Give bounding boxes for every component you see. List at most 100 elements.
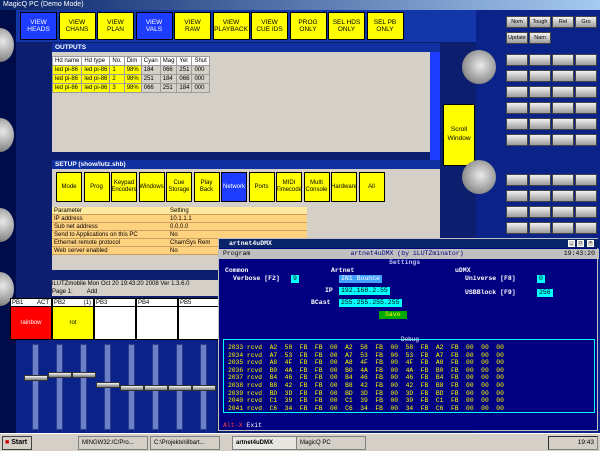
table-row[interactable]: led pi-86 led pi-86 1 98% 184 066 251 000 bbox=[51, 65, 210, 75]
console-key[interactable] bbox=[529, 118, 551, 130]
fader-knob[interactable] bbox=[96, 381, 120, 388]
console-key[interactable] bbox=[575, 134, 597, 146]
param-value[interactable]: 10.1.1.1 bbox=[168, 215, 307, 222]
fader-track[interactable] bbox=[192, 344, 216, 430]
console-key[interactable] bbox=[575, 102, 597, 114]
console-key[interactable] bbox=[552, 190, 574, 202]
view-button[interactable]: VIEW HEADS bbox=[20, 12, 57, 40]
console-key[interactable] bbox=[552, 54, 574, 66]
param-value[interactable]: No bbox=[168, 231, 307, 238]
console-key[interactable] bbox=[552, 206, 574, 218]
console-key[interactable] bbox=[506, 118, 528, 130]
fader-track[interactable] bbox=[48, 344, 72, 430]
playback-slot[interactable]: PB2 (1) rot bbox=[52, 298, 94, 340]
usbblock-value[interactable]: 256 bbox=[537, 289, 553, 297]
console-key[interactable] bbox=[575, 70, 597, 82]
console-key[interactable] bbox=[552, 118, 574, 130]
console-key[interactable] bbox=[552, 102, 574, 114]
fader-track[interactable] bbox=[96, 344, 120, 430]
console-key[interactable] bbox=[529, 222, 551, 234]
console-key[interactable] bbox=[506, 174, 528, 186]
fader-track[interactable] bbox=[24, 344, 48, 430]
console-key[interactable] bbox=[529, 86, 551, 98]
view-button[interactable]: SEL HDS ONLY bbox=[328, 12, 365, 40]
start-button[interactable]: ■ Start bbox=[2, 436, 32, 450]
console-key[interactable]: Rel bbox=[552, 16, 574, 28]
console-key[interactable] bbox=[506, 134, 528, 146]
minimize-icon[interactable]: _ bbox=[568, 240, 575, 247]
table-row[interactable]: led pi-86 led pi-86 2 98% 251 184 066 000 bbox=[51, 74, 210, 84]
console-key[interactable] bbox=[529, 174, 551, 186]
setup-button[interactable]: Prog bbox=[83, 172, 110, 202]
artnet-mode-selector[interactable]: IN1 Bounce bbox=[339, 275, 383, 283]
console-key[interactable]: Tough bbox=[529, 16, 551, 28]
encoder-knob[interactable] bbox=[0, 28, 14, 62]
console-key[interactable] bbox=[506, 190, 528, 202]
fader-track[interactable] bbox=[168, 344, 192, 430]
fader-track[interactable] bbox=[120, 344, 144, 430]
fader-track[interactable] bbox=[72, 344, 96, 430]
taskbar-item[interactable]: artnet4uDMX bbox=[232, 436, 302, 450]
console-key[interactable] bbox=[529, 70, 551, 82]
fader-knob[interactable] bbox=[120, 385, 144, 391]
playback-slot[interactable]: PB3 bbox=[94, 298, 136, 340]
setup-button[interactable]: All bbox=[358, 172, 385, 202]
console-key[interactable] bbox=[552, 70, 574, 82]
outputs-scrollbar[interactable] bbox=[430, 52, 440, 162]
taskbar-item[interactable]: MagicQ PC bbox=[296, 436, 366, 450]
setup-button[interactable]: Play Back bbox=[193, 172, 220, 202]
console-key[interactable]: Nom bbox=[506, 16, 528, 28]
console-key[interactable]: Gro bbox=[575, 16, 597, 28]
param-value[interactable]: 0.0.0.0 bbox=[168, 223, 307, 230]
param-row[interactable]: Sub net address 0.0.0.0 bbox=[52, 223, 307, 231]
encoder-knob[interactable] bbox=[462, 50, 496, 84]
universe-value[interactable]: 0 bbox=[537, 275, 545, 283]
view-button[interactable]: VIEW CUE IDS bbox=[251, 12, 288, 40]
console-key[interactable]: Nam bbox=[529, 32, 551, 44]
console-key[interactable] bbox=[529, 190, 551, 202]
console-key[interactable] bbox=[506, 70, 528, 82]
setup-button[interactable]: Network bbox=[221, 172, 247, 202]
setup-button[interactable]: MIDI Timecode bbox=[276, 172, 302, 202]
setup-button[interactable]: Multi Console bbox=[303, 172, 330, 202]
console-key[interactable] bbox=[552, 134, 574, 146]
table-row[interactable]: led pi-86 led pi-86 3 98% 066 251 184 000 bbox=[51, 83, 210, 93]
console-key[interactable] bbox=[552, 222, 574, 234]
taskbar-item[interactable]: MINGW32:/C/Pro... bbox=[78, 436, 148, 450]
console-key[interactable] bbox=[552, 174, 574, 186]
taskbar-item[interactable]: C:\Projekte\lilbart... bbox=[150, 436, 220, 450]
console-key[interactable] bbox=[506, 206, 528, 218]
ip-field[interactable]: 192.168.2.55 bbox=[339, 287, 390, 295]
view-button[interactable]: VIEW CHANS bbox=[58, 12, 96, 40]
setup-button[interactable]: Ports bbox=[248, 172, 275, 202]
param-row[interactable]: IP address 10.1.1.1 bbox=[52, 215, 307, 223]
exit-key[interactable]: Alt-X bbox=[223, 422, 243, 429]
console-key[interactable]: Update bbox=[506, 32, 528, 44]
bcast-field[interactable]: 255.255.255.255 bbox=[339, 299, 402, 307]
console-key[interactable] bbox=[529, 102, 551, 114]
playback-slot[interactable]: PB4 bbox=[136, 298, 178, 340]
view-button[interactable]: VIEW PLAN bbox=[97, 12, 134, 40]
console-key[interactable] bbox=[506, 102, 528, 114]
view-button[interactable]: VIEW RAW bbox=[174, 12, 211, 40]
console-key[interactable] bbox=[529, 134, 551, 146]
fader-knob[interactable] bbox=[24, 375, 48, 382]
console-key[interactable] bbox=[575, 54, 597, 66]
view-button[interactable]: PROG ONLY bbox=[289, 12, 327, 40]
fader-knob[interactable] bbox=[144, 385, 168, 391]
view-button[interactable]: VIEW PLAYBACK bbox=[212, 12, 250, 40]
setup-button[interactable]: Windows bbox=[138, 172, 165, 202]
fader-knob[interactable] bbox=[72, 372, 96, 379]
fader-knob[interactable] bbox=[168, 385, 192, 391]
console-key[interactable] bbox=[529, 206, 551, 218]
playback-slot[interactable]: PB1 ACT rainbow bbox=[10, 298, 52, 340]
console-key[interactable] bbox=[575, 86, 597, 98]
console-key[interactable] bbox=[575, 118, 597, 130]
verbose-value[interactable]: 9 bbox=[291, 275, 299, 283]
playback-slot[interactable]: PB5 bbox=[178, 298, 220, 340]
debug-log[interactable]: Debug 2033 rcvd A2 58 FB FB 00 A2 58 FB … bbox=[223, 336, 595, 413]
console-key[interactable] bbox=[575, 174, 597, 186]
encoder-knob[interactable] bbox=[462, 160, 496, 194]
console-key[interactable] bbox=[506, 222, 528, 234]
encoder-knob[interactable] bbox=[0, 208, 14, 242]
